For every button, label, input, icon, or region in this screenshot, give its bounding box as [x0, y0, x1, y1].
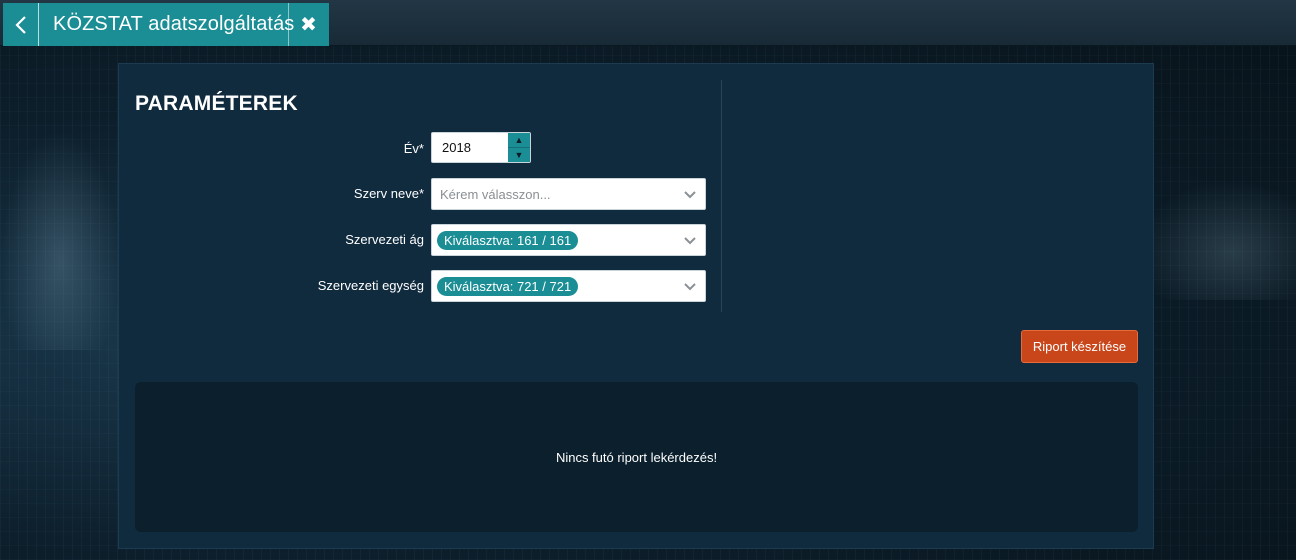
- close-icon: ✖: [300, 14, 317, 36]
- org-name-placeholder: Kérem válasszon...: [440, 186, 551, 202]
- org-unit-label: Szervezeti egység: [317, 278, 424, 293]
- triangle-down-icon: ▼: [514, 150, 524, 160]
- report-result-area: Nincs futó riport lekérdezés!: [135, 382, 1138, 532]
- year-spinner: ▲ ▼: [508, 133, 530, 162]
- org-branch-select[interactable]: Kiválasztva: 161 / 161: [431, 224, 706, 256]
- top-bar: KÖZSTAT adatszolgáltatás ✖: [0, 0, 1296, 46]
- app-title: KÖZSTAT adatszolgáltatás: [53, 13, 295, 35]
- org-unit-selection-badge: Kiválasztva: 721 / 721: [437, 276, 579, 296]
- vertical-divider: [721, 80, 722, 312]
- year-label: Év*: [403, 141, 424, 156]
- no-report-message: Nincs futó riport lekérdezés!: [555, 449, 718, 465]
- parameters-panel: PARAMÉTEREK Év* 2018 ▲ ▼ Szerv neve* Kér…: [118, 63, 1154, 549]
- panel-title: PARAMÉTEREK: [135, 92, 298, 115]
- close-button[interactable]: ✖: [288, 3, 328, 46]
- org-name-select[interactable]: Kérem válasszon...: [431, 178, 706, 210]
- create-report-button[interactable]: Riport készítése: [1021, 330, 1138, 363]
- back-button[interactable]: [3, 3, 39, 46]
- org-unit-select[interactable]: Kiválasztva: 721 / 721: [431, 270, 706, 302]
- org-branch-selection-badge: Kiválasztva: 161 / 161: [437, 230, 579, 250]
- chevron-left-icon: [14, 15, 26, 34]
- decrement-button[interactable]: ▼: [508, 147, 530, 162]
- triangle-up-icon: ▲: [514, 135, 524, 145]
- year-stepper[interactable]: 2018 ▲ ▼: [431, 132, 531, 163]
- org-name-label: Szerv neve*: [353, 186, 424, 201]
- chevron-down-icon: [684, 237, 696, 245]
- year-value[interactable]: 2018: [432, 133, 508, 162]
- background-bridge: [0, 130, 120, 350]
- background-lights: [1136, 180, 1296, 300]
- org-branch-label: Szervezeti ág: [345, 232, 424, 247]
- increment-button[interactable]: ▲: [508, 133, 530, 147]
- chevron-down-icon: [684, 283, 696, 291]
- chevron-down-icon: [684, 191, 696, 199]
- app-title-tab: KÖZSTAT adatszolgáltatás ✖: [3, 3, 329, 46]
